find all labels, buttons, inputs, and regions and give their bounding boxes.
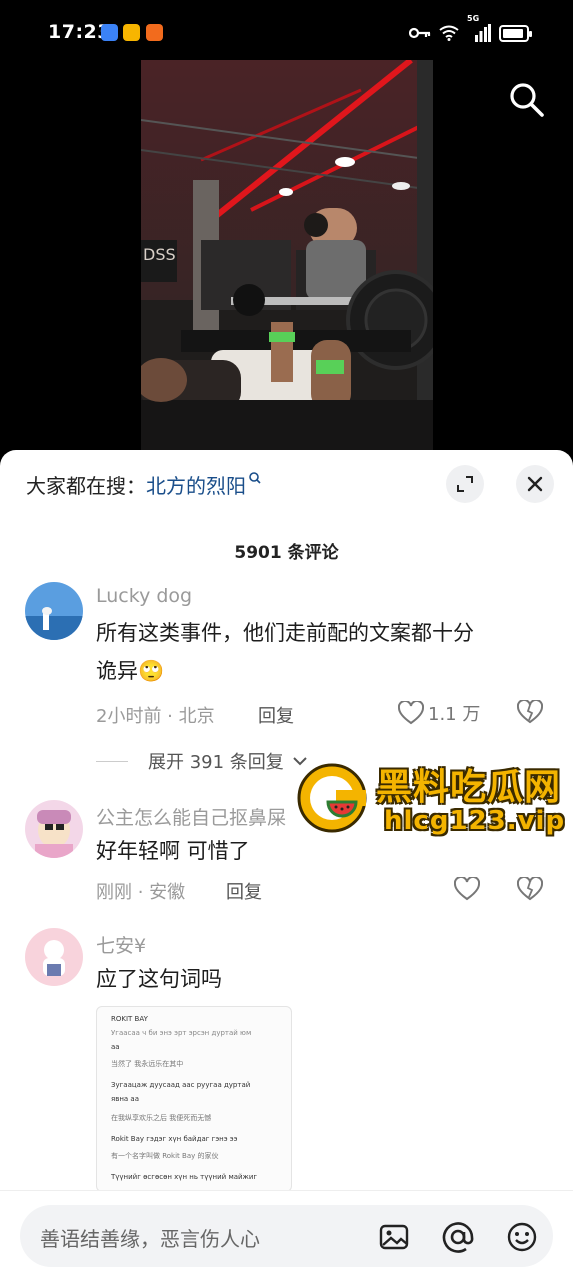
dislike-button[interactable] <box>516 875 544 905</box>
close-icon <box>527 476 543 492</box>
network-type: 5G <box>467 14 480 23</box>
watermark-title: 黑料吃瓜网 <box>376 767 562 808</box>
heart-icon <box>398 701 424 725</box>
comment-emoji: 🙄 <box>138 659 165 683</box>
avatar-image <box>25 928 83 986</box>
comment-text: 应了这句词吗 <box>96 967 222 991</box>
image-text-line: Зугаацаж дуусаад аас руугаа дуртай <box>111 1081 251 1089</box>
image-text-line: 当然了 我永远乐在其中 <box>111 1060 184 1068</box>
image-picker-icon[interactable] <box>378 1221 410 1253</box>
svg-text:DSS: DSS <box>143 245 176 264</box>
avatar-image <box>25 800 83 858</box>
app-notification-icon <box>101 24 118 41</box>
reply-button[interactable]: 回复 <box>226 878 262 904</box>
comment-count: 5901 条评论 <box>234 543 339 563</box>
hot-search-bar[interactable]: 大家都在搜：北方的烈阳 <box>26 470 262 499</box>
mention-icon[interactable] <box>442 1221 474 1253</box>
image-text-line: ROKIT BAY <box>111 1015 148 1023</box>
search-icon <box>510 83 544 117</box>
divider <box>96 760 128 762</box>
comment-username[interactable]: 公主怎么能自己抠鼻屎 <box>96 803 286 830</box>
comment-text: 所有这类事件，他们走前配的文案都十分 诡异🙄 <box>96 614 474 690</box>
video-player[interactable]: DSS <box>0 60 573 452</box>
comment-username[interactable]: 七安¥ <box>96 931 146 958</box>
gym-scene-image: DSS <box>141 60 433 452</box>
comment-sheet: 大家都在搜：北方的烈阳 5901 条评论 Lucky dog 所有这类事件，他们… <box>0 450 573 1280</box>
battery-icon <box>499 24 532 42</box>
expand-sheet-button[interactable] <box>446 465 484 503</box>
dislike-button[interactable] <box>516 698 544 728</box>
video-frame: DSS <box>141 60 433 452</box>
image-text-line: явна аа <box>111 1095 140 1103</box>
comment-text-line: 所有这类事件，他们走前配的文案都十分 <box>96 621 474 645</box>
signal-icon <box>475 24 491 42</box>
comment-input-bar: 善语结善缘，恶言伤人心 <box>0 1190 573 1280</box>
image-text-line: Rokit Bay гэдэг хүн байдаг гэнэ ээ <box>111 1135 238 1143</box>
small-search-icon <box>249 472 261 484</box>
expand-icon <box>457 476 473 492</box>
watermark-logo <box>297 763 367 833</box>
hot-search-prefix: 大家都在搜： <box>26 474 146 498</box>
wifi-icon <box>439 25 459 41</box>
comment-input[interactable]: 善语结善缘，恶言伤人心 <box>20 1205 553 1267</box>
comment-input-placeholder: 善语结善缘，恶言伤人心 <box>40 1227 260 1251</box>
heart-icon <box>454 877 480 901</box>
like-button[interactable] <box>454 877 480 901</box>
hot-search-keyword[interactable]: 北方的烈阳 <box>146 474 246 498</box>
expand-replies-label: 展开 391 条回复 <box>148 752 284 773</box>
comment-time-location: 2小时前 · 北京 <box>96 706 215 727</box>
avatar-image <box>25 582 83 640</box>
like-button[interactable]: 1.1 万 <box>398 700 480 726</box>
app-notification-icon <box>146 24 163 41</box>
avatar[interactable] <box>25 582 83 640</box>
app-notification-icon <box>123 24 140 41</box>
avatar[interactable] <box>25 928 83 986</box>
status-bar: 17:23 5G <box>0 0 573 60</box>
close-sheet-button[interactable] <box>516 465 554 503</box>
key-icon <box>409 27 431 39</box>
broken-heart-icon <box>516 698 544 724</box>
emoji-icon[interactable] <box>506 1221 538 1253</box>
comment-text-line: 诡异 <box>96 659 138 683</box>
image-text-line: аа <box>111 1043 120 1051</box>
image-text-line: 在我纵享欢乐之后 我便死而无憾 <box>111 1114 212 1122</box>
image-text-line: Угаасаа ч би энэ эрт эрсэн дуртай юм <box>111 1029 252 1037</box>
avatar[interactable] <box>25 800 83 858</box>
comment-text: 好年轻啊 可惜了 <box>96 839 250 863</box>
like-count: 1.1 万 <box>428 704 481 725</box>
image-text-line: Түүнийг өсгөсөн хүн нь түүний майжиг <box>111 1173 258 1181</box>
reply-button[interactable]: 回复 <box>258 702 294 728</box>
comment-attached-image[interactable]: ROKIT BAY Угаасаа ч би энэ эрт эрсэн дур… <box>96 1006 292 1192</box>
broken-heart-icon <box>516 875 544 901</box>
comment-time-location: 刚刚 · 安徽 <box>96 882 186 903</box>
search-button[interactable] <box>507 80 547 120</box>
image-text-line: 有一个名字叫做 Rokit Bay 的家伙 <box>111 1152 219 1160</box>
watermark-url: hlcg123.vip <box>384 806 566 836</box>
expand-replies-button[interactable]: 展开 391 条回复 <box>96 748 308 774</box>
comment-username[interactable]: Lucky dog <box>96 585 192 607</box>
